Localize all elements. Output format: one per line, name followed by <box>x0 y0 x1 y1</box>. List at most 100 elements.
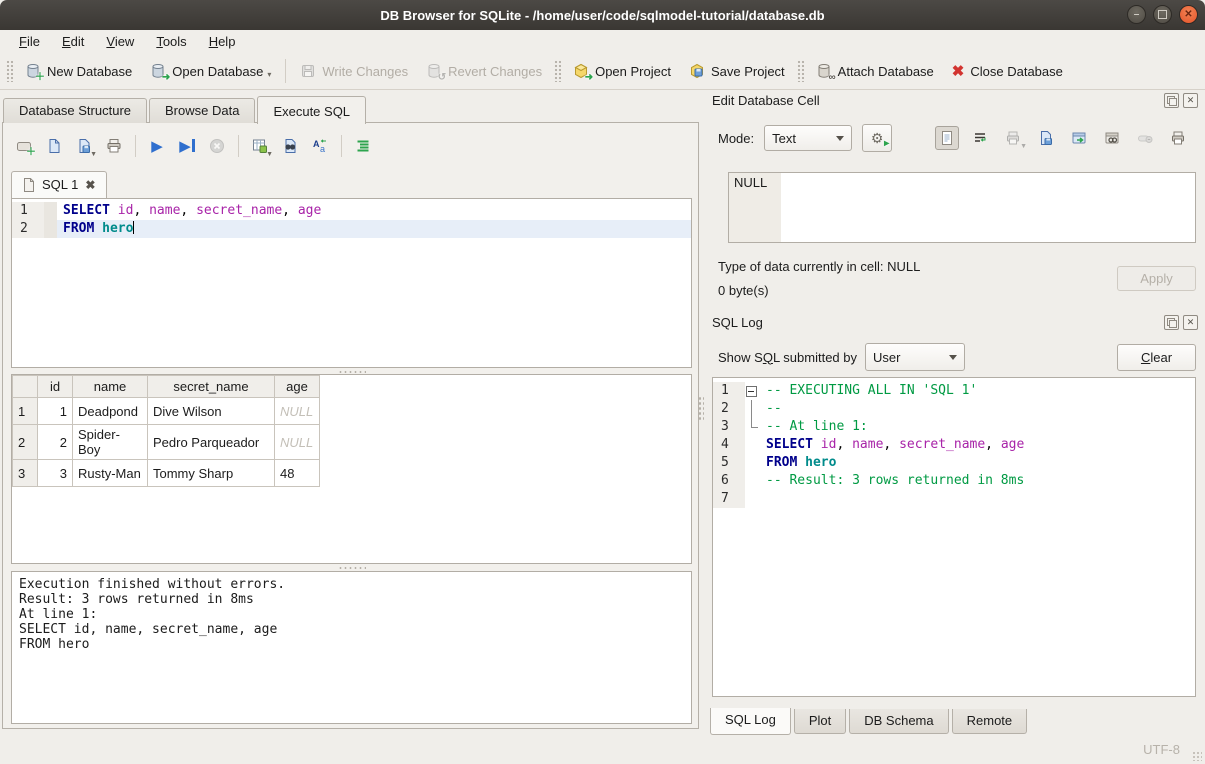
execute-all-button[interactable]: ▶ <box>144 133 170 159</box>
maximize-icon[interactable] <box>1153 5 1172 24</box>
cell-editor[interactable]: NULL <box>728 172 1196 243</box>
column-header-age[interactable]: age <box>275 376 320 398</box>
table-cell[interactable]: 3 <box>38 460 73 487</box>
print-button[interactable] <box>1166 126 1190 150</box>
title-bar[interactable]: DB Browser for SQLite - /home/user/code/… <box>0 0 1205 30</box>
clear-button[interactable]: Clear <box>1117 344 1196 371</box>
table-cell[interactable]: Pedro Parqueador <box>148 425 275 460</box>
table-cell[interactable]: 48 <box>275 460 320 487</box>
write-changes-button[interactable]: Write Changes <box>291 58 417 84</box>
set-null-button[interactable] <box>1133 126 1157 150</box>
table-cell[interactable]: Spider-Boy <box>73 425 148 460</box>
close-dock-icon[interactable]: ✕ <box>1183 93 1198 108</box>
table-cell[interactable]: Tommy Sharp <box>148 460 275 487</box>
replace-icon: Aa <box>312 138 328 154</box>
table-cell[interactable]: Deadpond <box>73 398 148 425</box>
toolbar-drag-handle[interactable] <box>554 60 561 82</box>
sql-log-view[interactable]: 1-- EXECUTING ALL IN 'SQL 1'2--3-- At li… <box>712 377 1196 697</box>
menu-item-view[interactable]: View <box>95 31 145 52</box>
export-results-button[interactable]: ▼ <box>247 133 273 159</box>
import-file-icon <box>1038 130 1054 146</box>
float-dock-icon[interactable] <box>1164 93 1179 108</box>
menu-item-help[interactable]: Help <box>198 31 247 52</box>
tab-execute-sql[interactable]: Execute SQL <box>257 96 366 124</box>
tab-database-structure[interactable]: Database Structure <box>3 98 147 123</box>
word-wrap-button[interactable] <box>968 126 992 150</box>
export-data-button[interactable] <box>1067 126 1091 150</box>
mode-select[interactable]: Text <box>764 125 852 151</box>
bottom-tab-db-schema[interactable]: DB Schema <box>849 709 948 734</box>
new-database-button[interactable]: ＋ New Database <box>16 58 141 84</box>
table-cell[interactable]: NULL <box>275 425 320 460</box>
open-project-button[interactable]: ➜ Open Project <box>564 58 680 84</box>
bottom-tab-plot[interactable]: Plot <box>794 709 846 734</box>
close-database-button[interactable]: ✖ Close Database <box>943 59 1072 84</box>
resize-grip-icon[interactable] <box>1192 751 1202 761</box>
submitted-by-select[interactable]: User <box>865 343 965 371</box>
table-cell[interactable]: NULL <box>275 398 320 425</box>
open-database-button[interactable]: ➜ Open Database ▾ <box>141 58 280 84</box>
execute-sql-panel: ＋ ▼ ▶ ▶ <box>2 122 699 729</box>
open-in-app-button[interactable] <box>1100 126 1124 150</box>
row-header[interactable]: 1 <box>13 398 38 425</box>
toolbar-drag-handle[interactable] <box>6 60 13 82</box>
row-header[interactable]: 2 <box>13 425 38 460</box>
line-number: 7 <box>713 490 745 508</box>
attach-database-button[interactable]: ∞ Attach Database <box>807 58 943 84</box>
format-sql-button[interactable] <box>350 133 376 159</box>
column-header-secret-name[interactable]: secret_name <box>148 376 275 398</box>
close-tab-icon[interactable]: ✖ <box>85 178 95 192</box>
save-project-button[interactable]: Save Project <box>680 58 794 84</box>
column-header-name[interactable]: name <box>73 376 148 398</box>
row-header[interactable]: 3 <box>13 460 38 487</box>
set-null-icon <box>1137 130 1153 146</box>
sql-open-file-button[interactable] <box>41 133 67 159</box>
panel-splitter-handle[interactable] <box>698 396 704 422</box>
open-database-dropdown-icon[interactable]: ▾ <box>267 70 271 79</box>
execute-current-line-button[interactable]: ▶ <box>174 133 200 159</box>
menu-item-tools[interactable]: Tools <box>145 31 197 52</box>
sql-print-button[interactable] <box>101 133 127 159</box>
table-cell[interactable]: Dive Wilson <box>148 398 275 425</box>
bottom-tab-remote[interactable]: Remote <box>952 709 1028 734</box>
open-project-label: Open Project <box>595 64 671 79</box>
toolbar-separator <box>341 135 342 157</box>
import-data-button[interactable] <box>1034 126 1058 150</box>
sql-save-file-button[interactable]: ▼ <box>71 133 97 159</box>
menu-item-file[interactable]: File <box>8 31 51 52</box>
open-file-icon <box>46 138 62 154</box>
stop-button[interactable] <box>204 133 230 159</box>
find-button[interactable] <box>277 133 303 159</box>
link-window-icon <box>1104 130 1120 146</box>
minimize-icon[interactable]: – <box>1127 5 1146 24</box>
edit-cell-title: Edit Database Cell <box>712 93 1160 108</box>
column-header-id[interactable]: id <box>38 376 73 398</box>
revert-changes-button[interactable]: ↺ Revert Changes <box>417 58 551 84</box>
sql-tab[interactable]: SQL 1 ✖ <box>11 171 107 198</box>
fold-line-icon <box>745 400 760 418</box>
window-title: DB Browser for SQLite - /home/user/code/… <box>380 8 824 23</box>
tab-browse-data[interactable]: Browse Data <box>149 98 255 123</box>
cell-edit-toolbar: ▼ <box>935 126 1190 150</box>
float-dock-icon[interactable] <box>1164 315 1179 330</box>
print-cell-button[interactable]: ▼ <box>1001 126 1025 150</box>
find-replace-button[interactable]: Aa <box>307 133 333 159</box>
table-cell[interactable]: 1 <box>38 398 73 425</box>
menu-item-edit[interactable]: Edit <box>51 31 95 52</box>
code-line: 5FROM hero <box>713 454 1195 472</box>
bottom-tab-sql-log[interactable]: SQL Log <box>710 708 791 735</box>
splitter-handle[interactable] <box>3 565 700 570</box>
code-line: 6-- Result: 3 rows returned in 8ms <box>713 472 1195 490</box>
close-icon[interactable]: ✕ <box>1179 5 1198 24</box>
text-mode-button[interactable] <box>935 126 959 150</box>
apply-button[interactable]: Apply <box>1117 266 1196 291</box>
submitted-by-value: User <box>873 350 900 365</box>
sql-new-tab-button[interactable]: ＋ <box>11 133 37 159</box>
table-cell[interactable]: Rusty-Man <box>73 460 148 487</box>
sql-editor[interactable]: 1SELECT id, name, secret_name, age2FROM … <box>11 198 692 368</box>
toolbar-drag-handle[interactable] <box>797 60 804 82</box>
close-dock-icon[interactable]: ✕ <box>1183 315 1198 330</box>
apply-mode-button[interactable]: ⚙ ▸ <box>862 124 892 152</box>
table-cell[interactable]: 2 <box>38 425 73 460</box>
text-cursor <box>133 221 134 234</box>
